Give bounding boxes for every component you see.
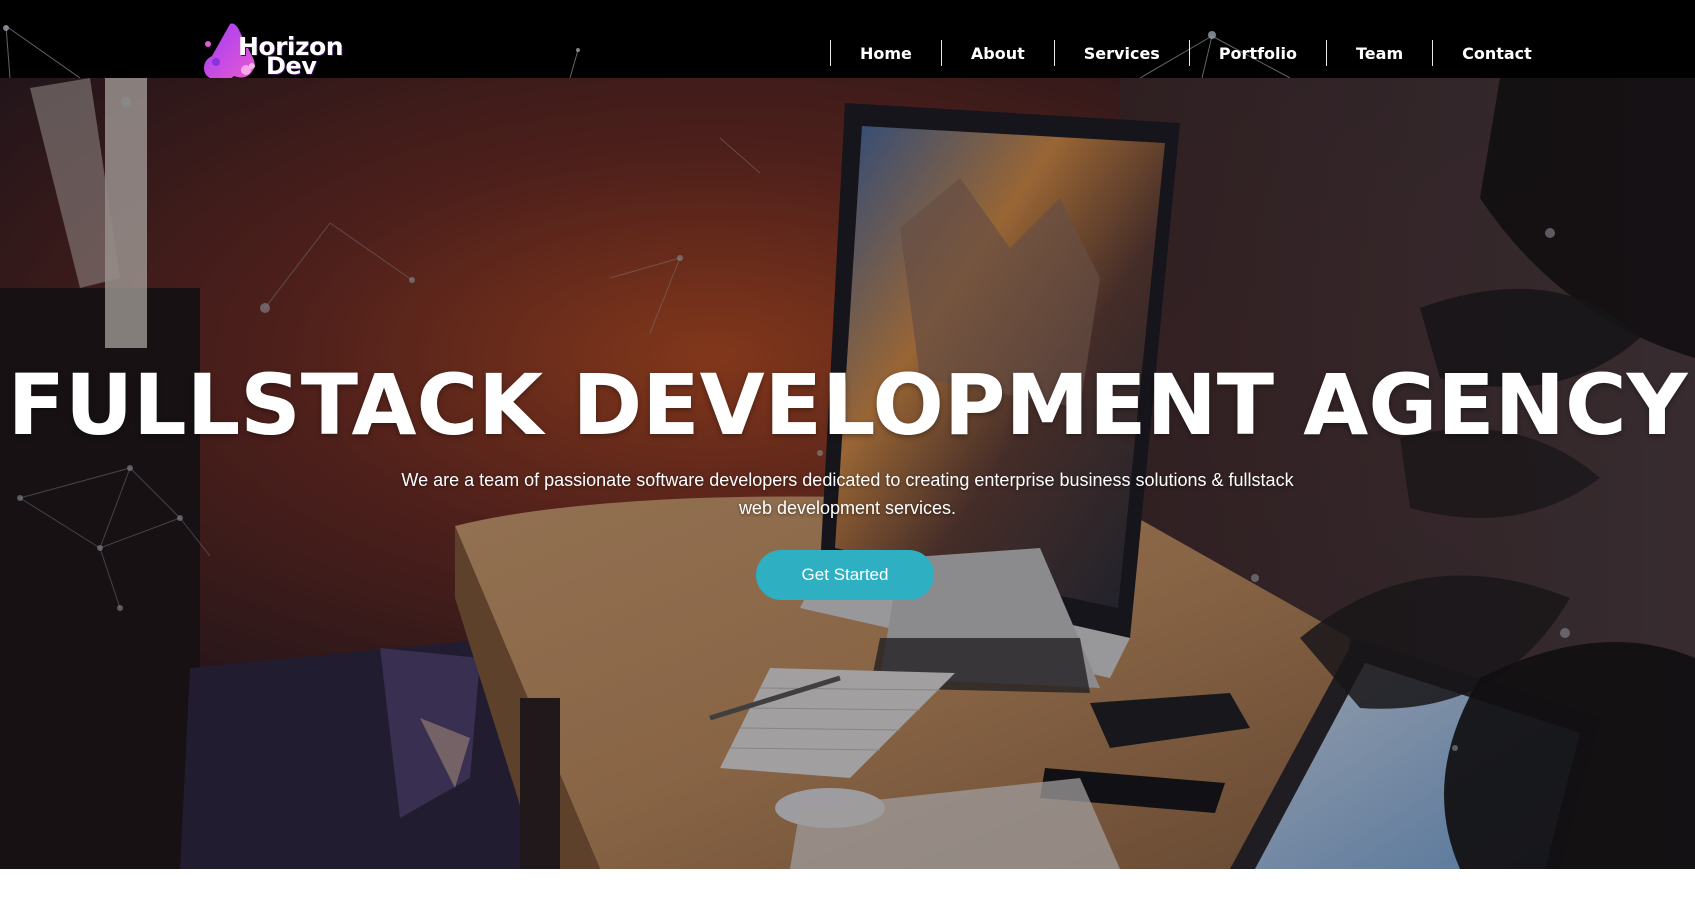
nav-link-services[interactable]: Services xyxy=(1053,40,1189,66)
hero-section: FULLSTACK DEVELOPMENT AGENCY We are a te… xyxy=(0,78,1695,869)
nav-link-home[interactable]: Home xyxy=(830,40,941,66)
nav-link-team[interactable]: Team xyxy=(1326,40,1432,66)
hero-title: FULLSTACK DEVELOPMENT AGENCY xyxy=(7,356,1688,454)
brand-name-line2: Dev xyxy=(266,52,317,78)
navbar: Horizon Dev Home About Services Portfoli… xyxy=(0,0,1695,78)
nav-link-about[interactable]: About xyxy=(940,40,1054,66)
main-nav: Home About Services Portfolio Team Conta… xyxy=(830,40,1532,66)
nav-link-portfolio[interactable]: Portfolio xyxy=(1188,40,1326,66)
landing-page: Horizon Dev Home About Services Portfoli… xyxy=(0,0,1695,917)
brand-logo[interactable]: Horizon Dev xyxy=(200,22,350,78)
hero-description: We are a team of passionate software dev… xyxy=(401,470,1294,518)
get-started-button[interactable]: Get Started xyxy=(756,550,934,600)
nav-link-contact[interactable]: Contact xyxy=(1432,40,1532,66)
